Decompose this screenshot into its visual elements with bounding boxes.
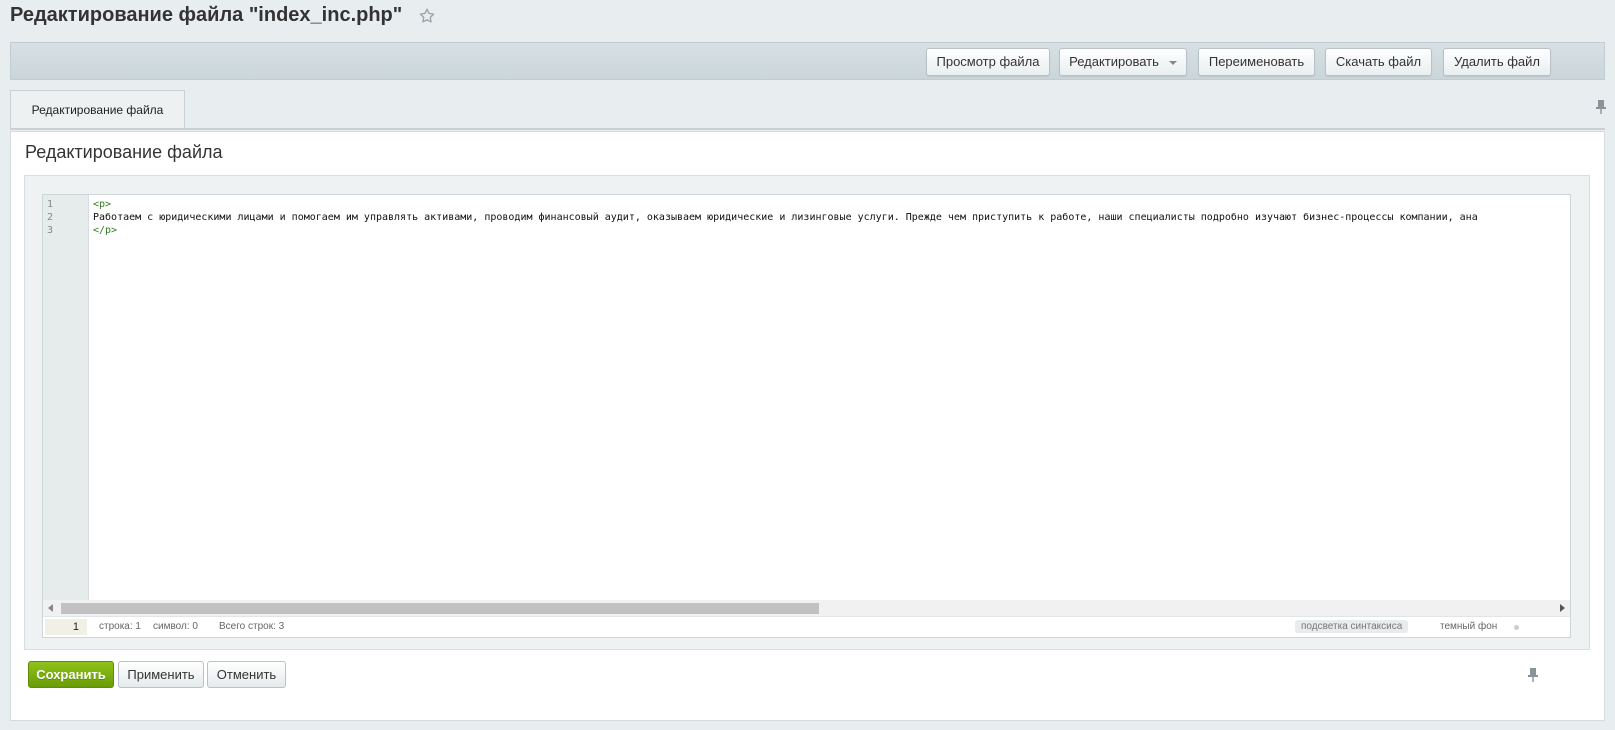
line-gutter: 1 2 3 bbox=[43, 195, 89, 600]
pin-icon[interactable] bbox=[1594, 99, 1608, 115]
line-number: 1 bbox=[47, 199, 54, 210]
delete-file-button[interactable]: Удалить файл bbox=[1443, 48, 1551, 76]
rename-button[interactable]: Переименовать bbox=[1198, 48, 1315, 76]
download-file-button[interactable]: Скачать файл bbox=[1325, 48, 1432, 76]
edit-panel: Редактирование файла 1 2 3 <p> Работаем … bbox=[10, 131, 1605, 721]
horizontal-scrollbar[interactable] bbox=[43, 600, 1570, 616]
edit-button[interactable]: Редактировать bbox=[1059, 48, 1187, 76]
pin-icon[interactable] bbox=[1526, 667, 1540, 683]
dark-theme-indicator bbox=[1514, 625, 1519, 630]
view-file-button[interactable]: Просмотр файла bbox=[926, 48, 1050, 76]
page-header: Редактирование файла "index_inc.php" bbox=[10, 4, 436, 27]
code-line[interactable]: <p> bbox=[93, 199, 111, 210]
cursor-line: строка: 1 bbox=[99, 621, 141, 632]
dark-theme-toggle[interactable]: темный фон bbox=[1440, 621, 1497, 632]
tab-edit-file[interactable]: Редактирование файла bbox=[10, 90, 185, 128]
editor-statusbar: 1 строка: 1 символ: 0 Всего строк: 3 под… bbox=[43, 616, 1570, 637]
scrollbar-thumb[interactable] bbox=[61, 603, 819, 614]
apply-button[interactable]: Применить bbox=[118, 661, 204, 688]
cancel-button[interactable]: Отменить bbox=[207, 661, 286, 688]
code-line[interactable]: Работаем с юридическими лицами и помогае… bbox=[93, 212, 1478, 223]
goto-line-input[interactable]: 1 bbox=[45, 619, 87, 635]
line-number: 3 bbox=[47, 225, 54, 236]
code-editor[interactable]: 1 2 3 <p> Работаем с юридическими лицами… bbox=[42, 194, 1571, 638]
line-number: 2 bbox=[47, 212, 54, 223]
scroll-right-icon[interactable] bbox=[1560, 604, 1565, 612]
edit-button-label: Редактировать bbox=[1069, 54, 1159, 69]
total-lines: Всего строк: 3 bbox=[219, 621, 285, 632]
cursor-char: символ: 0 bbox=[153, 621, 198, 632]
editor-frame: 1 2 3 <p> Работаем с юридическими лицами… bbox=[24, 175, 1590, 650]
star-icon[interactable] bbox=[418, 7, 436, 25]
toolbar: Просмотр файла Редактировать Переименова… bbox=[10, 42, 1605, 80]
code-line[interactable]: </p> bbox=[93, 225, 117, 236]
section-title: Редактирование файла bbox=[25, 142, 223, 162]
scroll-left-icon[interactable] bbox=[48, 604, 53, 612]
save-button[interactable]: Сохранить bbox=[28, 661, 114, 688]
page-title: Редактирование файла "index_inc.php" bbox=[10, 4, 403, 26]
tab-bar: Редактирование файла bbox=[10, 90, 1608, 130]
chevron-down-icon[interactable] bbox=[1168, 60, 1177, 65]
syntax-highlight-toggle[interactable]: подсветка синтаксиса bbox=[1295, 620, 1409, 633]
